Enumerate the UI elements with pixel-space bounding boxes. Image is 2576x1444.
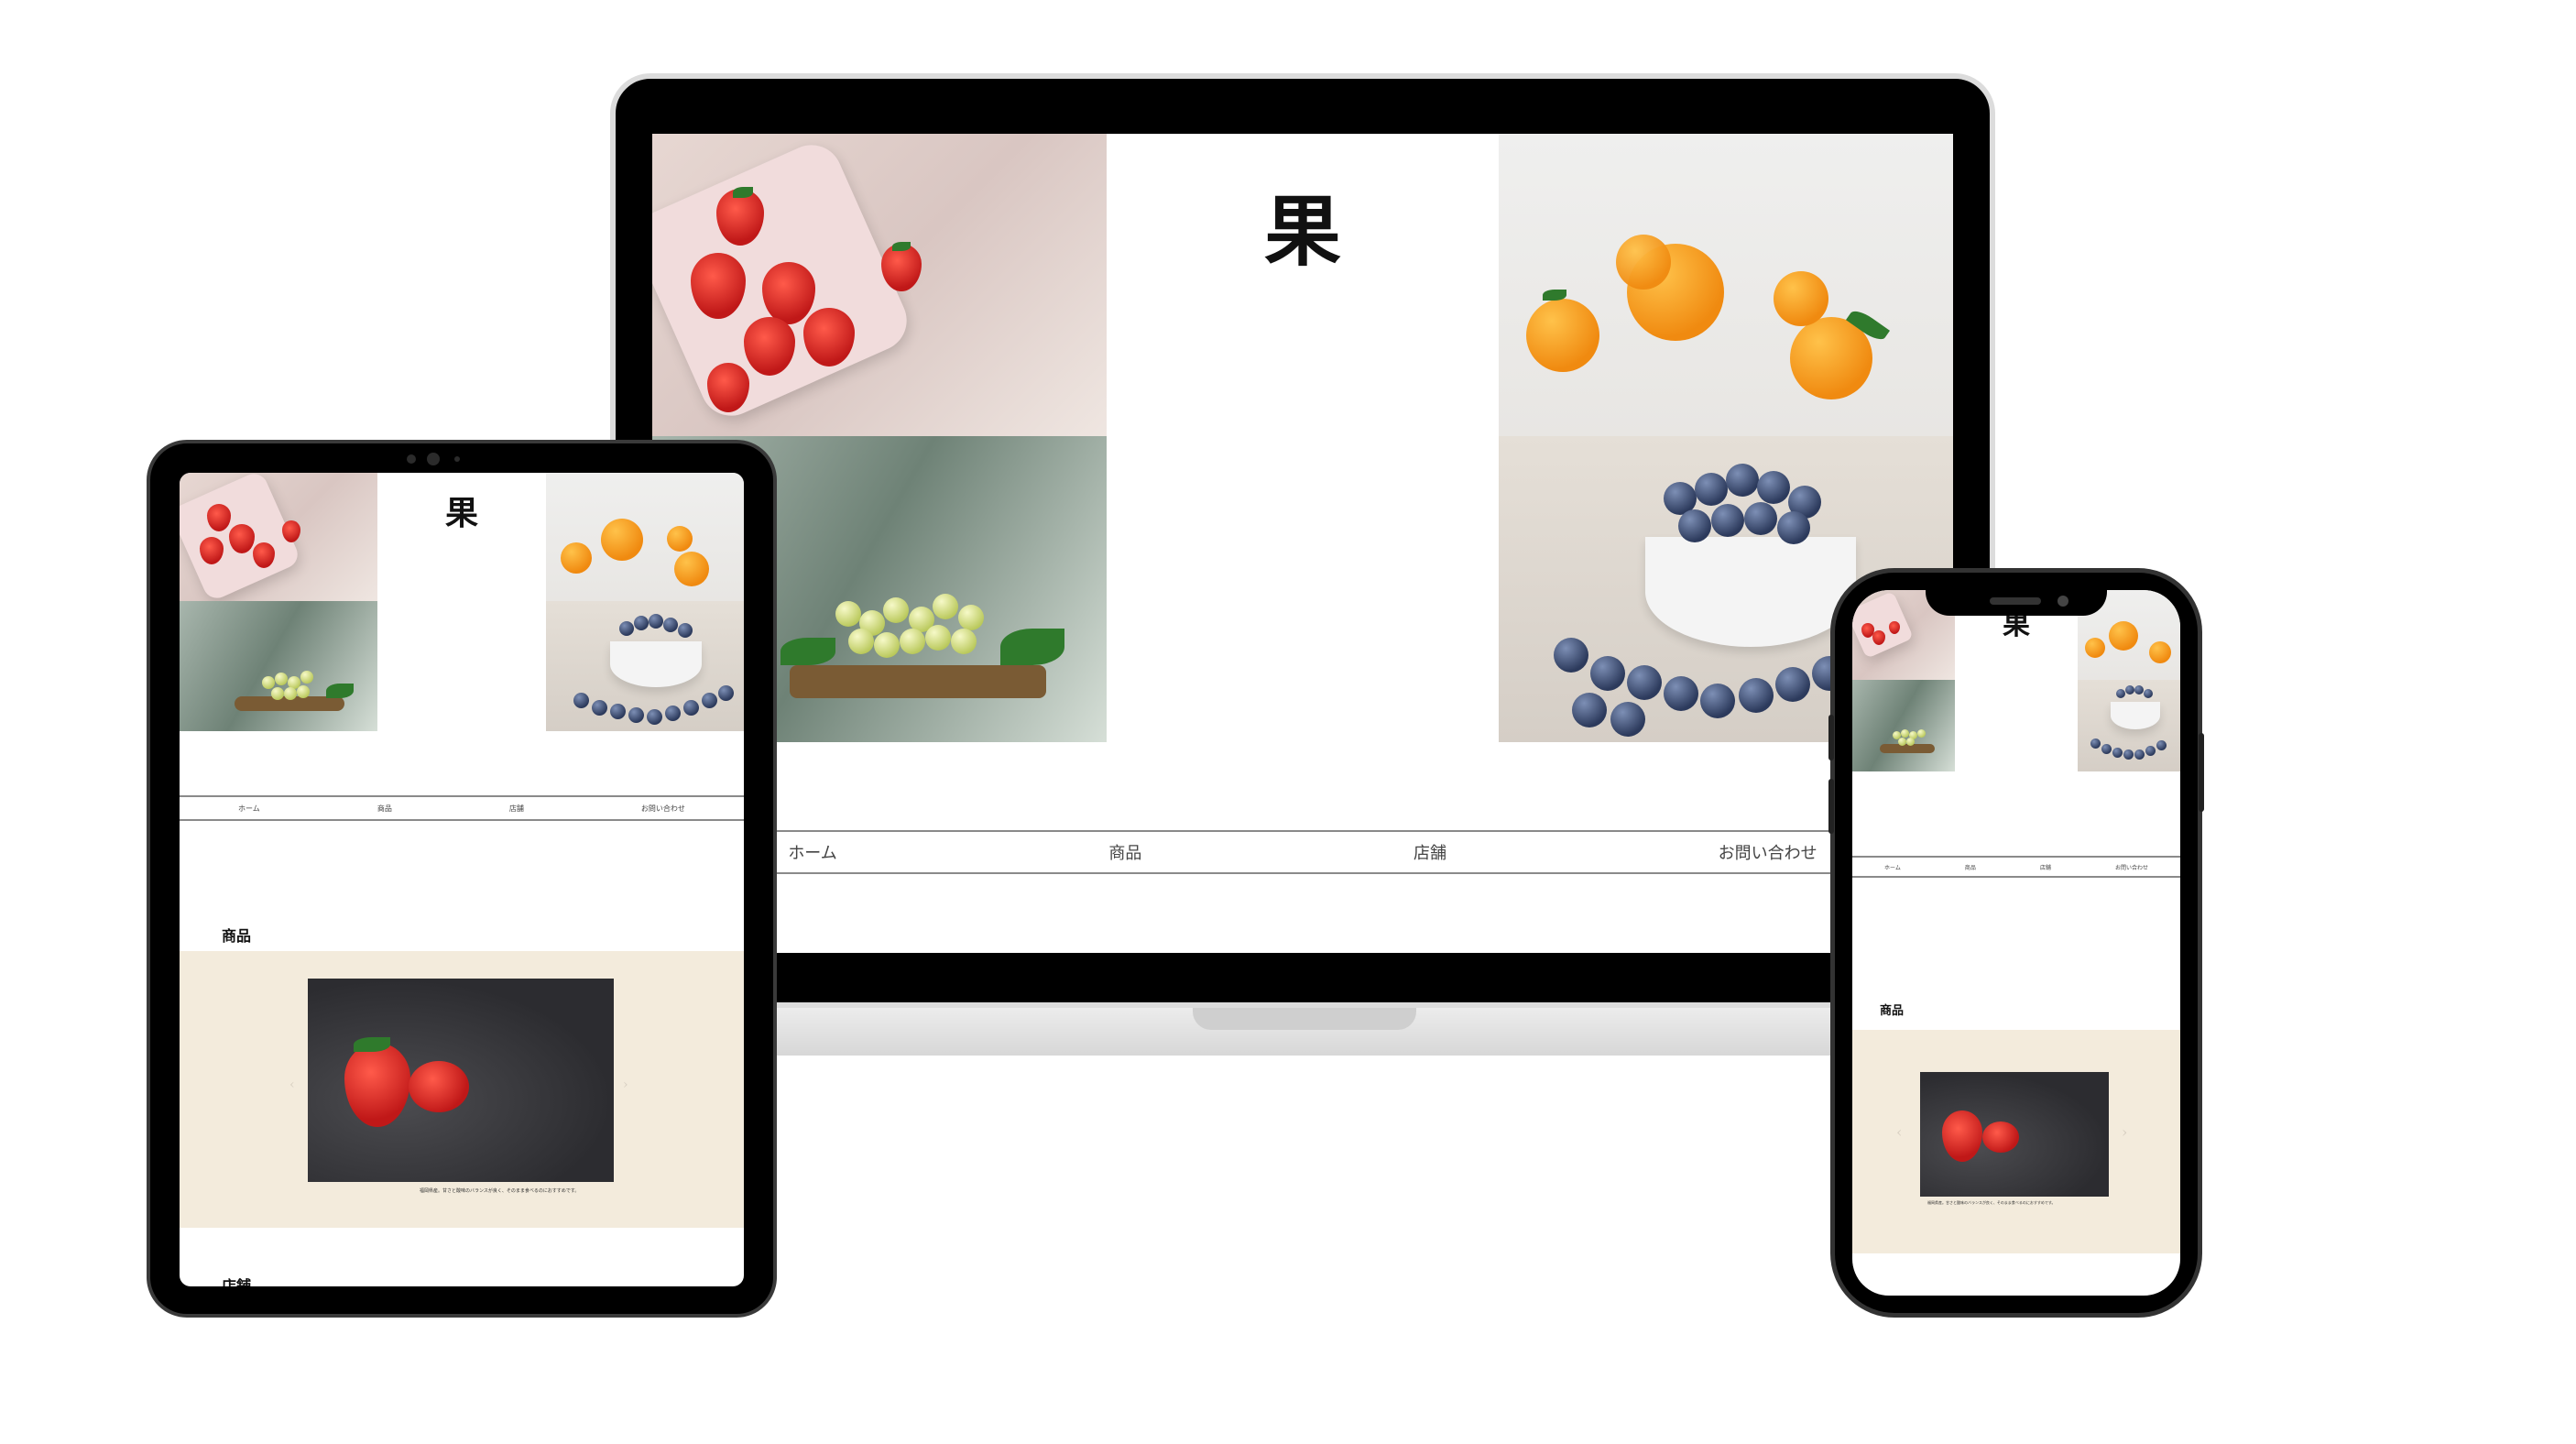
hero-image-oranges <box>1499 134 1953 436</box>
tablet-site: 果 ホーム 商品 店舗 お問い合わせ 商品 ‹ › 福岡県産。甘さと酸味のバラン… <box>180 473 744 1286</box>
nav-item-products[interactable]: 商品 <box>377 804 392 814</box>
nav-item-stores[interactable]: 店舗 <box>509 804 524 814</box>
laptop-site: 果 ホーム 商品 店舗 お問い合わせ <box>652 134 1953 953</box>
nav-item-stores[interactable]: 店舗 <box>2040 863 2051 871</box>
products-heading: 商品 <box>222 927 252 945</box>
nav-item-stores[interactable]: 店舗 <box>1414 840 1446 864</box>
main-nav: ホーム 商品 店舗 お問い合わせ <box>1852 856 2180 878</box>
stores-heading: 店舗 <box>222 1277 252 1286</box>
phone-screen: 果 ホーム 商品 店舗 お問い合わせ 商品 ‹ › 福岡県産。甘さと酸味のバラン… <box>1852 590 2180 1296</box>
product-caption: 福岡県産。甘さと酸味のバランスが良く、そのまま食べるのにおすすめです。 <box>420 1188 580 1194</box>
nav-item-contact[interactable]: お問い合わせ <box>2115 863 2148 871</box>
laptop-hinge-notch <box>1193 1008 1416 1030</box>
tablet-camera <box>407 454 416 464</box>
product-carousel: ‹ › 福岡県産。甘さと酸味のバランスが良く、そのまま食べるのにおすすめです。 <box>180 951 744 1228</box>
nav-item-products[interactable]: 商品 <box>1965 863 1976 871</box>
product-carousel: ‹ › 福岡県産。甘さと酸味のバランスが良く、そのまま食べるのにおすすめです。 <box>1852 1030 2180 1253</box>
site-logo[interactable]: 果 <box>1107 191 1499 273</box>
product-image-strawberry <box>1920 1072 2109 1197</box>
phone-volume-button <box>1828 715 1834 760</box>
hero-image-grapes <box>1852 680 1955 771</box>
hero-image-blueberries <box>546 601 744 731</box>
laptop-screen: 果 ホーム 商品 店舗 お問い合わせ <box>652 134 1953 953</box>
site-logo[interactable]: 果 <box>377 495 546 531</box>
hero-image-oranges <box>546 473 744 601</box>
phone-speaker <box>1990 597 2041 605</box>
chevron-left-icon[interactable]: ‹ <box>1896 1123 1902 1141</box>
tablet-camera <box>427 453 440 465</box>
nav-item-contact[interactable]: お問い合わせ <box>1719 840 1817 864</box>
hero-image-strawberries <box>652 134 1107 436</box>
main-nav: ホーム 商品 店舗 お問い合わせ <box>652 830 1953 874</box>
chevron-left-icon[interactable]: ‹ <box>289 1078 295 1092</box>
hero-image-blueberries <box>2078 680 2180 771</box>
phone-site: 果 ホーム 商品 店舗 お問い合わせ 商品 ‹ › 福岡県産。甘さと酸味のバラン… <box>1852 590 2180 1296</box>
phone-camera <box>2058 596 2068 607</box>
product-caption: 福岡県産。甘さと酸味のバランスが良く、そのまま食べるのにおすすめです。 <box>1927 1200 2056 1205</box>
main-nav: ホーム 商品 店舗 お問い合わせ <box>180 795 744 821</box>
tablet-screen: 果 ホーム 商品 店舗 お問い合わせ 商品 ‹ › 福岡県産。甘さと酸味のバラン… <box>180 473 744 1286</box>
hero-image-strawberries <box>180 473 377 601</box>
tablet-sensor <box>454 456 460 462</box>
phone-side-button <box>2199 733 2204 812</box>
nav-item-home[interactable]: ホーム <box>788 840 836 864</box>
chevron-right-icon[interactable]: › <box>2122 1123 2127 1141</box>
product-image-strawberry <box>308 979 614 1182</box>
phone-volume-button <box>1828 779 1834 834</box>
nav-item-products[interactable]: 商品 <box>1108 840 1141 864</box>
nav-item-home[interactable]: ホーム <box>1884 863 1901 871</box>
chevron-right-icon[interactable]: › <box>623 1078 628 1092</box>
hero-image-grapes <box>180 601 377 731</box>
nav-item-home[interactable]: ホーム <box>238 804 260 814</box>
nav-item-contact[interactable]: お問い合わせ <box>641 804 685 814</box>
products-heading: 商品 <box>1880 1004 1905 1018</box>
